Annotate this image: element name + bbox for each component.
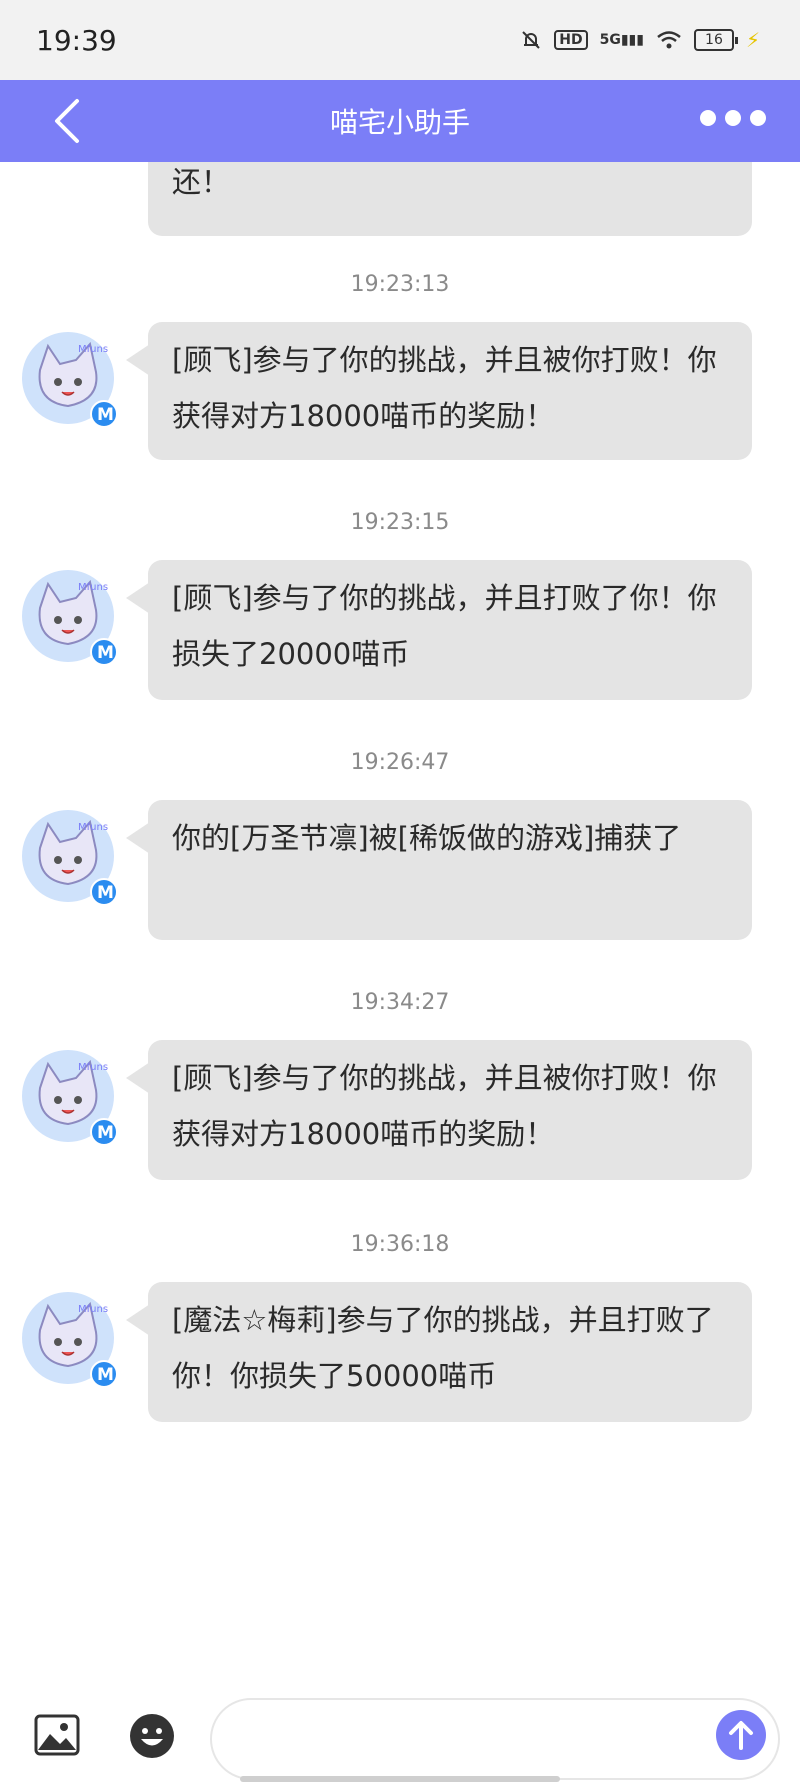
charging-icon: ⚡ xyxy=(745,28,760,52)
message-timestamp: 19:23:13 xyxy=(350,272,450,297)
status-bar: 19:39 HD 5G▮▮▮ 16 ⚡ xyxy=(0,0,800,80)
image-button[interactable] xyxy=(34,1714,80,1756)
input-bar xyxy=(0,1684,800,1784)
chevron-left-icon xyxy=(55,99,79,143)
status-time: 19:39 xyxy=(36,23,117,57)
network-type: 5G xyxy=(599,32,621,48)
mascot-avatar-icon: Mfuns M xyxy=(22,810,118,906)
emoji-button[interactable] xyxy=(128,1712,176,1760)
avatar[interactable]: Mfuns M xyxy=(20,1048,118,1146)
message-bubble: [顾飞]参与了你的挑战，并且打败了你！你损失了20000喵币 xyxy=(126,560,752,700)
arrow-up-icon xyxy=(729,1721,753,1750)
message-bubble: 平局！你的挑战费用[20000喵币]已经返还！ xyxy=(148,162,752,236)
message-timestamp: 19:36:18 xyxy=(350,1232,450,1257)
message-bubble: [顾飞]参与了你的挑战，并且被你打败！你获得对方18000喵币的奖励！ xyxy=(126,1040,752,1180)
message-timestamp: 19:34:27 xyxy=(350,990,450,1015)
mascot-avatar-icon: Mfuns M xyxy=(22,332,118,428)
mascot-avatar-icon: Mfuns M xyxy=(22,1292,118,1388)
svg-text:M: M xyxy=(97,883,114,903)
signal-icon: 5G▮▮▮ xyxy=(599,32,644,48)
mute-bell-icon xyxy=(522,31,540,49)
message-bubble: [魔法☆梅莉]参与了你的挑战，并且打败了你！你损失了50000喵币 xyxy=(126,1282,752,1422)
send-button[interactable] xyxy=(716,1710,766,1760)
avatar[interactable]: Mfuns M xyxy=(20,808,118,906)
svg-text:M: M xyxy=(97,1365,114,1385)
status-icons: HD 5G▮▮▮ 16 ⚡ xyxy=(520,28,760,52)
avatar[interactable]: Mfuns M xyxy=(20,568,118,666)
more-dot xyxy=(700,110,716,126)
message-bubble: [顾飞]参与了你的挑战，并且被你打败！你获得对方18000喵币的奖励！ xyxy=(126,322,752,460)
more-dot xyxy=(750,110,766,126)
hd-icon: HD xyxy=(554,30,588,50)
avatar[interactable]: Mfuns M xyxy=(20,1290,118,1388)
chat-list[interactable]: 平局！你的挑战费用[20000喵币]已经返还！ 19:23:13 Mfuns M… xyxy=(0,162,800,1684)
svg-text:Mfuns: Mfuns xyxy=(78,1062,108,1073)
message-input[interactable] xyxy=(210,1698,780,1780)
wifi-icon xyxy=(657,31,681,49)
page-title: 喵宅小助手 xyxy=(329,106,470,139)
mascot-avatar-icon: Mfuns M xyxy=(22,1050,118,1146)
chat-header: 喵宅小助手 xyxy=(0,80,800,162)
svg-text:Mfuns: Mfuns xyxy=(78,822,108,833)
mascot-avatar-icon: Mfuns M xyxy=(22,570,118,666)
svg-text:Mfuns: Mfuns xyxy=(78,344,108,355)
svg-text:M: M xyxy=(97,643,114,663)
svg-text:M: M xyxy=(97,1123,114,1143)
more-button[interactable] xyxy=(700,110,766,126)
avatar[interactable]: Mfuns M xyxy=(20,330,118,428)
home-indicator xyxy=(240,1776,560,1782)
svg-text:M: M xyxy=(97,405,114,425)
message-timestamp: 19:23:15 xyxy=(350,510,450,535)
battery-icon: 16 xyxy=(693,29,738,51)
emoji-icon xyxy=(130,1714,174,1758)
message-timestamp: 19:26:47 xyxy=(350,750,450,775)
message-bubble: 你的[万圣节凛]被[稀饭做的游戏]捕获了 xyxy=(126,800,752,940)
more-dot xyxy=(725,110,741,126)
svg-text:Mfuns: Mfuns xyxy=(78,582,108,593)
image-icon xyxy=(34,1714,80,1756)
back-button[interactable] xyxy=(44,98,90,144)
svg-text:Mfuns: Mfuns xyxy=(78,1304,108,1315)
